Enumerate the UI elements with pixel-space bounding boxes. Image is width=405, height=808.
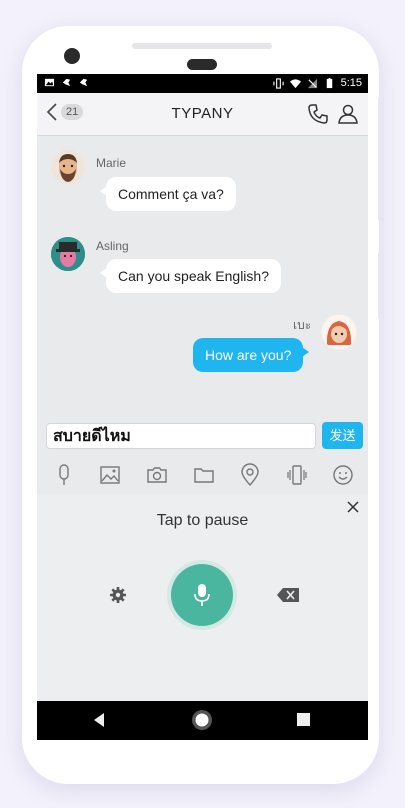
folder-icon[interactable] — [192, 463, 216, 487]
status-bar: 5:15 — [37, 74, 368, 93]
earpiece — [187, 59, 217, 70]
vibrate-icon[interactable] — [285, 463, 309, 487]
bird-notification-icon-2 — [79, 78, 88, 87]
nav-home-button[interactable] — [191, 709, 213, 736]
microphone-icon — [194, 584, 210, 606]
gallery-notification-icon — [44, 78, 55, 87]
call-button[interactable] — [307, 103, 329, 130]
nav-recents-button[interactable] — [296, 712, 311, 732]
sender-name: Asling — [96, 239, 129, 253]
screen: 5:15 21 TYPANY Marie Comment ça va? Asli… — [37, 74, 368, 740]
voice-record-button[interactable] — [171, 564, 233, 626]
status-time: 5:15 — [340, 77, 362, 89]
message-bubble[interactable]: Can you speak English? — [100, 259, 281, 293]
send-button[interactable]: 发送 — [322, 422, 363, 449]
bird-notification-icon — [62, 78, 71, 87]
camera-icon[interactable] — [145, 463, 169, 487]
chat-header: 21 TYPANY — [37, 93, 368, 136]
nav-back-button[interactable] — [92, 712, 106, 733]
bearded-man-avatar-icon — [51, 150, 85, 184]
girl-avatar-icon — [322, 315, 356, 349]
message-bubble[interactable]: Comment ça va? — [100, 177, 236, 211]
user-icon — [338, 104, 358, 124]
sender-name: เบะ — [293, 318, 312, 332]
phone-icon — [308, 104, 328, 124]
backspace-icon — [277, 588, 299, 602]
voice-input-panel: Tap to pause — [37, 494, 368, 701]
avatar-marie[interactable] — [51, 150, 85, 184]
gear-icon — [110, 587, 126, 603]
message-bubble-outgoing[interactable]: How are you? — [193, 338, 310, 372]
front-camera — [64, 48, 80, 64]
speaker-grille — [132, 43, 272, 49]
voice-status-label: Tap to pause — [156, 512, 249, 529]
back-triangle-icon — [94, 713, 104, 727]
no-signal-icon — [307, 78, 317, 88]
battery-icon — [326, 77, 332, 88]
sender-name: Marie — [96, 156, 127, 170]
recents-square-icon — [297, 713, 310, 726]
microphone-icon[interactable] — [52, 463, 76, 487]
wifi-icon — [289, 78, 301, 88]
location-icon[interactable] — [238, 463, 262, 487]
emoji-icon[interactable] — [331, 463, 355, 487]
contact-button[interactable] — [337, 103, 359, 130]
power-button — [378, 252, 384, 320]
home-circle-icon — [192, 710, 212, 730]
navigation-bar — [37, 701, 368, 740]
avatar-self[interactable] — [321, 314, 357, 350]
volume-button — [378, 96, 384, 222]
backspace-button[interactable] — [277, 588, 299, 607]
hat-man-avatar-icon — [51, 237, 85, 271]
message-input[interactable]: สบายดีไหม — [46, 423, 316, 449]
vibrate-status-icon — [272, 77, 284, 89]
input-toolbar — [37, 459, 368, 491]
image-icon[interactable] — [98, 463, 122, 487]
settings-button[interactable] — [109, 586, 127, 609]
avatar-asling[interactable] — [51, 237, 85, 271]
